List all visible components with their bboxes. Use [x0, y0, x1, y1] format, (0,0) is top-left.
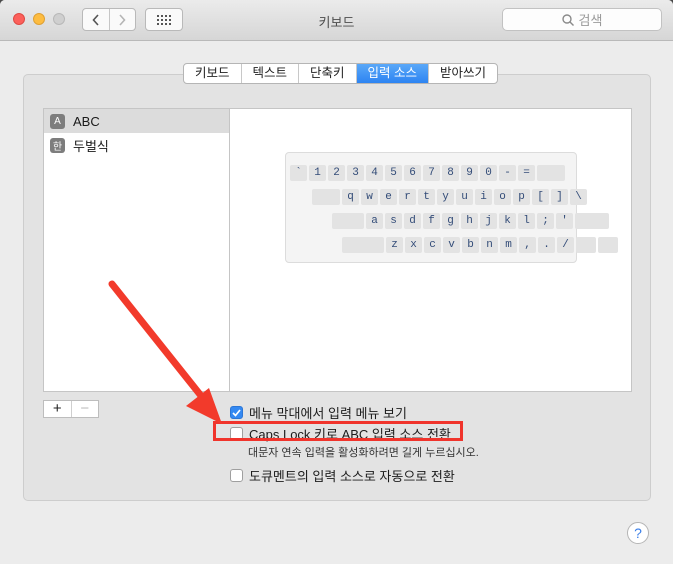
annotation-arrow-icon: [108, 280, 222, 424]
preferences-window: 키보드 검색 키보드 텍스트 단축키 입력 소스 받아쓰기 A ABC 한 두벌…: [0, 0, 673, 564]
